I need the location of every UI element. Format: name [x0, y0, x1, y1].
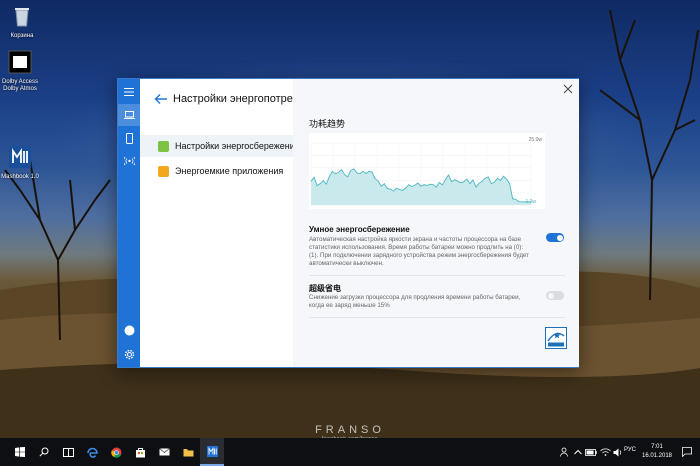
- hamburger-icon: [124, 88, 134, 96]
- edge-icon: [86, 447, 98, 458]
- desktop-icon-mashbook[interactable]: Mashbook 1.0: [0, 145, 40, 181]
- super-saving-title: 超级省电: [309, 284, 341, 293]
- menu-button[interactable]: [118, 81, 140, 103]
- toggle-knob: [547, 292, 554, 299]
- recycle-bin-icon: [15, 8, 29, 27]
- energy-star-logo-icon: [545, 327, 567, 349]
- search-icon: [39, 447, 49, 457]
- nav-item-power-hungry-apps[interactable]: Энергоемкие приложения: [140, 160, 293, 182]
- taskbar-mashbook[interactable]: [200, 438, 224, 466]
- super-saving-toggle[interactable]: [546, 291, 564, 300]
- avatar-icon: [124, 325, 134, 335]
- input-language[interactable]: РУС: [624, 447, 636, 453]
- battery-icon: [158, 140, 169, 152]
- watermark-brand: FRANSO: [315, 424, 385, 436]
- chart-current-value-label: 1.3w: [525, 199, 536, 205]
- super-saving-description: Снижение загрузки процессора для продлен…: [309, 294, 521, 309]
- desktop-icon-dolby-access[interactable]: Dolby Access Dolby Atmos: [0, 50, 40, 93]
- chevron-up-icon[interactable]: [574, 449, 582, 455]
- desktop-icon-label: Корзина: [10, 33, 34, 39]
- tree-right-decoration: [599, 9, 699, 300]
- desktop-icon-label: Dolby Access Dolby Atmos: [1, 79, 38, 92]
- nav-rail: [118, 79, 140, 367]
- task-view-icon: [62, 447, 74, 457]
- clock-date: 16.01.2018: [641, 453, 673, 459]
- back-header: Настройки энергопотребления: [154, 93, 293, 105]
- taskbar-mail[interactable]: [152, 438, 176, 466]
- mashbook-app-icon: [206, 445, 218, 457]
- rail-account-button[interactable]: [118, 319, 140, 341]
- folder-icon: [183, 448, 193, 456]
- notifications-icon[interactable]: [682, 447, 692, 457]
- desktop-icon-recycle-bin[interactable]: Корзина: [2, 4, 42, 40]
- toggle-knob: [556, 234, 563, 241]
- rail-laptop-button[interactable]: [118, 104, 140, 126]
- chrome-icon: [110, 447, 121, 458]
- mashbook-icon: [9, 146, 31, 168]
- phone-icon: [125, 132, 133, 144]
- page-title: Настройки энергопотребления: [173, 93, 293, 105]
- search-button[interactable]: [32, 438, 56, 466]
- laptop-icon: [123, 111, 135, 119]
- start-button[interactable]: [8, 438, 32, 466]
- back-arrow-icon[interactable]: [154, 93, 168, 105]
- volume-icon[interactable]: [613, 448, 623, 457]
- clock[interactable]: 7:01 16.01.2018: [637, 443, 677, 461]
- settings-nav-pane: Настройки энергопотребления Настройки эн…: [140, 79, 293, 367]
- dolby-icon: [8, 50, 32, 74]
- settings-content-pane: 功耗趋势 25.0w 1.3w Умное энергосбережение А…: [293, 79, 579, 367]
- clock-time: 7:01: [651, 444, 663, 450]
- gear-icon: [124, 349, 134, 359]
- chart-ymax-label: 25.0w: [529, 137, 543, 143]
- store-icon: [135, 447, 145, 457]
- rail-settings-button[interactable]: [118, 343, 140, 365]
- smart-saving-toggle[interactable]: [546, 233, 564, 242]
- rail-phone-button[interactable]: [118, 127, 140, 149]
- taskbar-chrome[interactable]: [104, 438, 128, 466]
- wifi-icon[interactable]: [600, 448, 611, 456]
- settings-divider: [309, 275, 565, 276]
- rail-wireless-button[interactable]: [118, 150, 140, 172]
- apps-grid-icon: [158, 165, 169, 177]
- nav-item-label: Настройки энергосбережения: [175, 141, 293, 151]
- settings-divider: [309, 317, 565, 318]
- nav-item-power-saving[interactable]: Настройки энергосбережения: [140, 135, 293, 157]
- power-settings-window: Настройки энергопотребления Настройки эн…: [117, 78, 579, 368]
- mail-icon: [158, 448, 170, 456]
- wireless-icon: [123, 156, 135, 166]
- power-trend-chart: 25.0w 1.3w: [309, 133, 545, 209]
- taskbar-explorer[interactable]: [176, 438, 200, 466]
- task-view-button[interactable]: [56, 438, 80, 466]
- smart-saving-description: Автоматическая настройка яркости экрана …: [309, 236, 530, 267]
- battery-tray-icon[interactable]: [585, 449, 597, 456]
- taskbar-store[interactable]: [128, 438, 152, 466]
- close-icon[interactable]: [563, 84, 573, 94]
- taskbar: РУС 7:01 16.01.2018: [0, 438, 700, 466]
- taskbar-edge[interactable]: [80, 438, 104, 466]
- nav-item-label: Энергоемкие приложения: [175, 166, 284, 176]
- chart-section-title: 功耗趋势: [309, 119, 346, 129]
- people-icon[interactable]: [560, 447, 570, 457]
- desktop-icon-label: Mashbook 1.0: [1, 174, 39, 180]
- smart-saving-title: Умное энергосбережение: [309, 225, 410, 234]
- windows-logo-icon: [15, 447, 25, 457]
